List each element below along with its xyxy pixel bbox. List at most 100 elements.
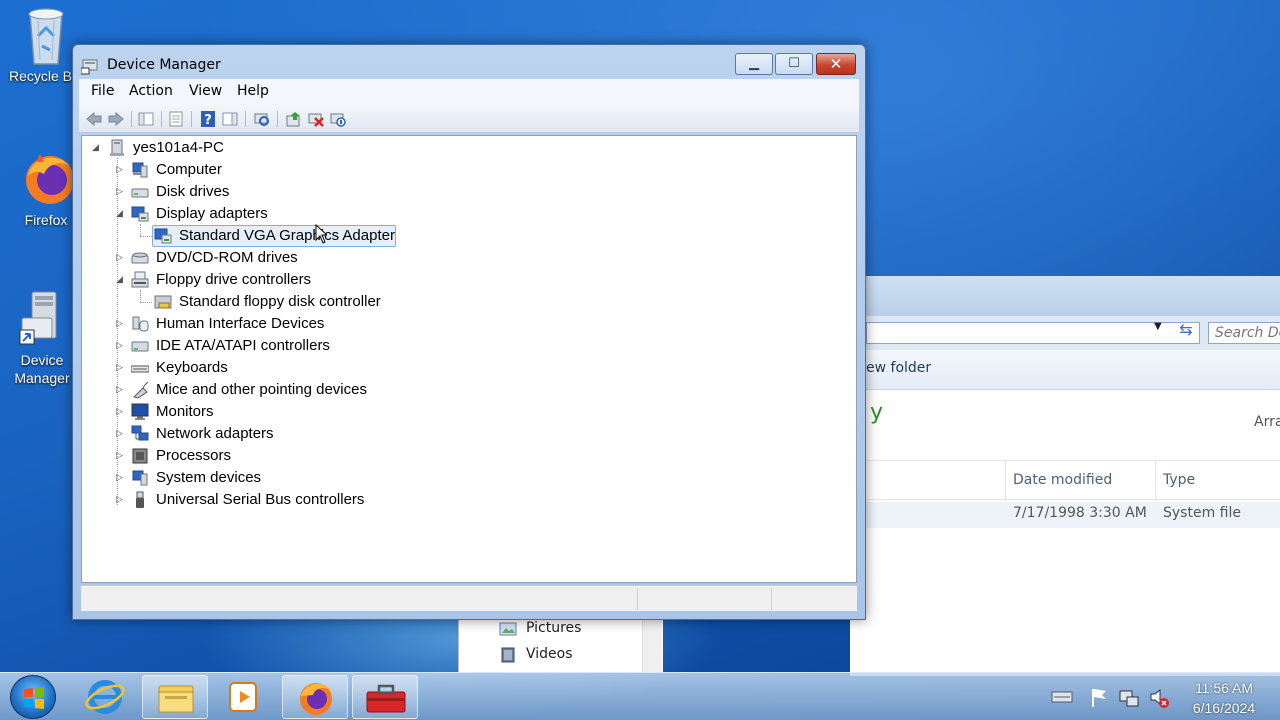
back-arrow-icon[interactable]: [85, 110, 103, 128]
clock-time: 11:56 AM: [1194, 680, 1254, 696]
scan-hardware-icon[interactable]: [253, 110, 271, 128]
tree-node-display-adapters[interactable]: ◢ Display adapters: [82, 203, 382, 225]
search-input[interactable]: Search Do: [1208, 322, 1280, 344]
taskbar-internet-explorer[interactable]: [72, 675, 138, 719]
tree-node-label: System devices: [156, 469, 262, 486]
tree-node-label: Processors: [156, 447, 232, 464]
minimize-icon: ▁: [749, 56, 759, 71]
maximize-button[interactable]: ☐: [775, 53, 813, 75]
tree-node-label: Computer: [156, 161, 222, 178]
minimize-button[interactable]: ▁: [735, 53, 773, 75]
tree-node-usb-controllers[interactable]: ▷ Universal Serial Bus controllers: [82, 489, 402, 511]
menu-view[interactable]: View: [189, 83, 222, 99]
device-manager-window[interactable]: Device Manager ▁ ☐ ✕ File Action View He…: [72, 44, 866, 620]
tree-node-dvd-cd-rom-drives[interactable]: ▷ DVD/CD-ROM drives: [82, 247, 382, 269]
device-manager-icon: [18, 290, 66, 346]
expand-arrow-icon[interactable]: ▷: [116, 362, 126, 374]
dvd-drive-icon: [131, 252, 149, 264]
desktop-icon-device-manager[interactable]: Device Manager: [2, 290, 82, 388]
tree-node-standard-floppy-disk-controller[interactable]: Standard floppy disk controller: [82, 291, 402, 313]
tree-node-monitors[interactable]: ▷ Monitors: [82, 401, 382, 423]
file-type: System file: [1163, 505, 1241, 521]
tree-node-label: Universal Serial Bus controllers: [156, 491, 365, 508]
status-bar: [81, 585, 857, 611]
network-icon[interactable]: [1118, 673, 1140, 720]
taskbar-firefox[interactable]: [282, 675, 348, 719]
expand-arrow-icon[interactable]: ▷: [116, 384, 126, 396]
collapse-arrow-icon[interactable]: ◢: [92, 142, 102, 154]
menu-bar: File Action View Help: [79, 79, 859, 105]
taskbar-windows-explorer[interactable]: [142, 675, 208, 719]
expand-arrow-icon[interactable]: ▷: [116, 406, 126, 418]
taskbar: 11:56 AM 6/16/2024: [0, 672, 1280, 720]
svg-text:?: ?: [204, 113, 212, 128]
tree-node-computer[interactable]: ▷ Computer: [82, 159, 382, 181]
expand-arrow-icon[interactable]: ▷: [116, 340, 126, 352]
expand-arrow-icon[interactable]: ▷: [116, 164, 126, 176]
background-explorer-window[interactable]: ▼ ⇆ Search Do ew folder y Arra Date modi…: [850, 276, 1280, 676]
properties-icon[interactable]: [167, 110, 185, 128]
tree-node-label: Disk drives: [156, 183, 230, 200]
expand-arrow-icon[interactable]: ▷: [116, 450, 126, 462]
keyboard-layout-icon[interactable]: [1050, 673, 1074, 720]
expand-arrow-icon[interactable]: ▷: [116, 472, 126, 484]
menu-action[interactable]: Action: [129, 83, 173, 99]
action-center-flag-icon[interactable]: [1088, 673, 1110, 720]
new-folder-button[interactable]: ew folder: [866, 360, 931, 376]
expand-arrow-icon[interactable]: ▷: [116, 252, 126, 264]
show-hide-console-tree-icon[interactable]: [137, 110, 155, 128]
expand-arrow-icon[interactable]: ▷: [116, 318, 126, 330]
device-tree[interactable]: ◢ yes101a4-PC ▷ Computer ▷ Disk drives ◢…: [81, 135, 857, 583]
menu-file[interactable]: File: [91, 83, 114, 99]
tree-node-label: Monitors: [156, 403, 214, 420]
column-type[interactable]: Type: [1163, 472, 1195, 488]
chevron-down-icon[interactable]: ▼: [1154, 321, 1162, 332]
status-separator: [771, 588, 772, 610]
collapse-arrow-icon[interactable]: ◢: [116, 274, 126, 286]
tree-node-system-devices[interactable]: ▷ System devices: [82, 467, 382, 489]
tree-node-label: Keyboards: [156, 359, 228, 376]
close-button[interactable]: ✕: [816, 53, 856, 75]
tree-node-floppy-drive-controllers[interactable]: ◢ Floppy drive controllers: [82, 269, 382, 291]
library-title: y: [870, 400, 884, 425]
arrange-by-label[interactable]: Arra: [1254, 414, 1280, 430]
expand-arrow-icon[interactable]: ▷: [116, 186, 126, 198]
tree-node-human-interface-devices[interactable]: ▷ Human Interface Devices: [82, 313, 382, 335]
address-bar[interactable]: [866, 322, 1200, 344]
status-separator: [637, 588, 638, 610]
forward-arrow-icon[interactable]: [107, 110, 125, 128]
toolbar: ?: [79, 105, 859, 133]
uninstall-icon[interactable]: [307, 110, 325, 128]
file-row[interactable]: 7/17/1998 3:30 AM System file: [850, 502, 1280, 528]
tree-node-mice[interactable]: ▷ Mice and other pointing devices: [82, 379, 382, 401]
tree-node-standard-vga-graphics-adapter[interactable]: Standard VGA Graphics Adapter: [82, 225, 402, 247]
tree-node-disk-drives[interactable]: ▷ Disk drives: [82, 181, 382, 203]
keyboard-icon: [131, 365, 149, 373]
menu-help[interactable]: Help: [237, 83, 269, 99]
nav-item-videos[interactable]: Videos: [526, 646, 573, 662]
tree-root[interactable]: ◢ yes101a4-PC: [82, 137, 382, 159]
tree-node-network-adapters[interactable]: ▷ Network adapters: [82, 423, 382, 445]
action-pane-icon[interactable]: [221, 110, 239, 128]
tree-node-ide-ata-atapi-controllers[interactable]: ▷ IDE ATA/ATAPI controllers: [82, 335, 382, 357]
collapse-arrow-icon[interactable]: ◢: [116, 208, 126, 220]
expand-arrow-icon[interactable]: ▷: [116, 428, 126, 440]
volume-muted-icon[interactable]: [1148, 673, 1170, 720]
start-button[interactable]: [10, 675, 56, 719]
help-icon[interactable]: ?: [199, 110, 217, 128]
column-date-modified[interactable]: Date modified: [1013, 472, 1112, 488]
tree-node-processors[interactable]: ▷ Processors: [82, 445, 382, 467]
system-clock[interactable]: 11:56 AM 6/16/2024: [1178, 678, 1270, 718]
tree-node-keyboards[interactable]: ▷ Keyboards: [82, 357, 382, 379]
nav-item-pictures[interactable]: Pictures: [526, 620, 581, 636]
system-devices-icon: [132, 470, 148, 486]
refresh-icon[interactable]: ⇆: [1174, 320, 1198, 342]
disable-device-icon[interactable]: [329, 110, 347, 128]
taskbar-media-player[interactable]: [212, 675, 278, 719]
expand-arrow-icon[interactable]: ▷: [116, 494, 126, 506]
taskbar-device-manager[interactable]: [352, 675, 418, 719]
nav-splitter[interactable]: [642, 620, 662, 672]
floppy-controller-icon: [131, 271, 149, 288]
update-driver-icon[interactable]: [285, 110, 303, 128]
display-adapter-icon: [131, 206, 149, 222]
